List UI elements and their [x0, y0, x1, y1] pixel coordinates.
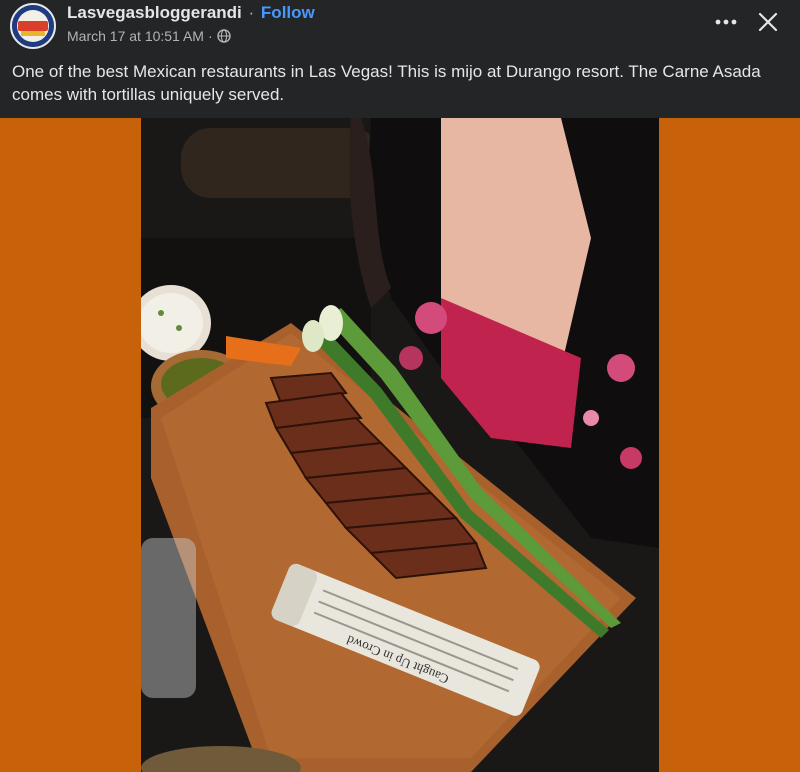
- close-icon: [758, 12, 778, 32]
- post-timestamp[interactable]: March 17 at 10:51 AM: [67, 28, 204, 44]
- post-caption: One of the best Mexican restaurants in L…: [12, 62, 761, 104]
- close-button[interactable]: [752, 6, 784, 38]
- globe-icon[interactable]: [216, 29, 231, 43]
- avatar[interactable]: [10, 3, 56, 49]
- las-vegas-blogger-logo: [12, 5, 54, 47]
- meta-separator: ·: [207, 28, 213, 44]
- follow-button[interactable]: Follow: [261, 3, 315, 22]
- post-header: Lasvegasbloggerandi · Follow March 17 at…: [0, 0, 800, 118]
- food-photo-illustration: Caught Up in Crowd: [141, 118, 659, 772]
- more-horizontal-icon: [715, 19, 737, 25]
- post-photo[interactable]: Caught Up in Crowd: [141, 118, 659, 772]
- author-line: Lasvegasbloggerandi · Follow: [67, 3, 315, 23]
- post-meta: March 17 at 10:51 AM ·: [67, 28, 231, 44]
- author-name[interactable]: Lasvegasbloggerandi: [67, 3, 242, 22]
- author-separator: ·: [248, 3, 255, 22]
- more-options-button[interactable]: [710, 8, 742, 36]
